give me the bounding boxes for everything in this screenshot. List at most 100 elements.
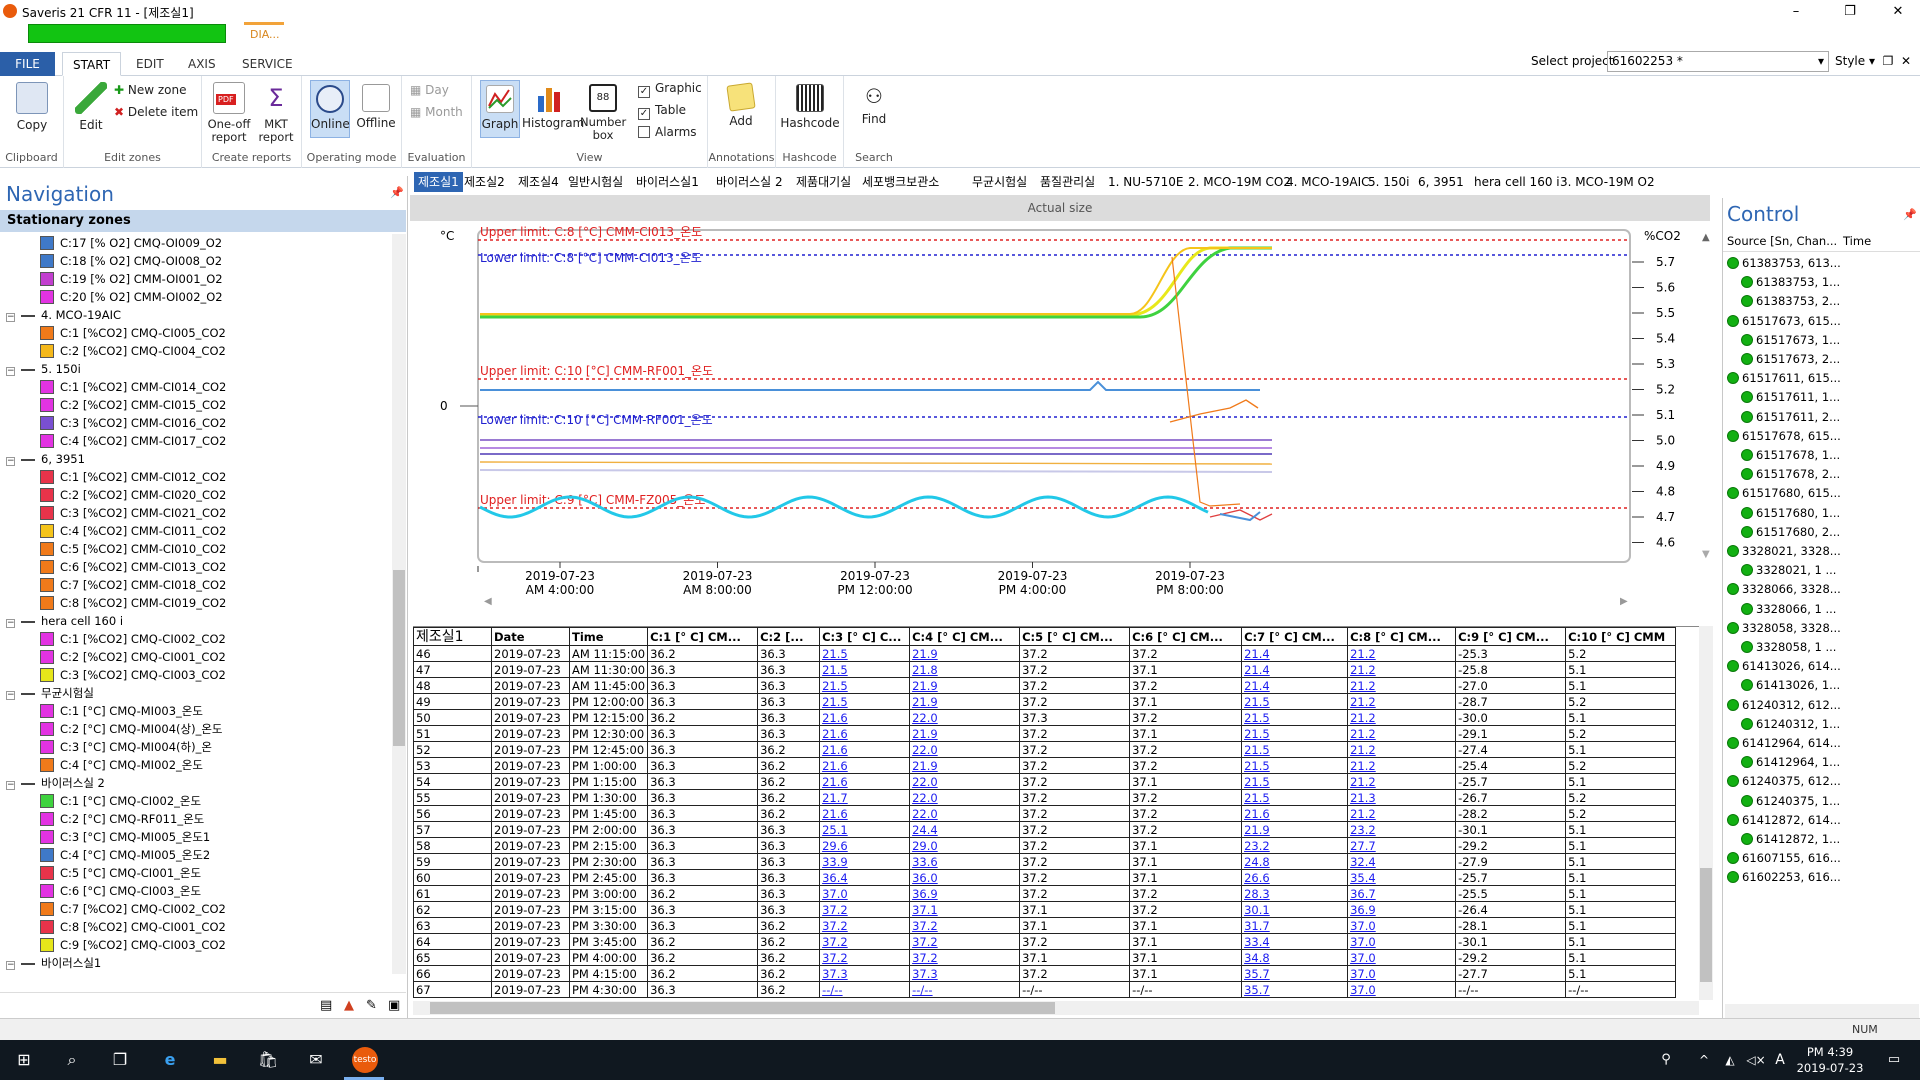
pin-icon[interactable]: 📌 xyxy=(390,186,404,199)
add-annotation-button[interactable]: Add xyxy=(716,80,766,128)
number-box-button[interactable]: 88 Number box xyxy=(580,80,626,142)
collapse-icon[interactable]: − xyxy=(6,457,15,466)
table-column-header[interactable]: C:2 [... xyxy=(757,627,821,646)
control-item[interactable]: 61517673, 2... xyxy=(1741,350,1840,369)
zone-tab[interactable]: 세포뱅크보관소 xyxy=(858,172,943,192)
control-item[interactable]: 3328021, 3328... xyxy=(1727,542,1841,561)
style-menu[interactable]: Style ▾ ❐ ✕ xyxy=(1835,54,1911,68)
file-explorer-icon[interactable]: ▬ xyxy=(206,1046,234,1074)
network-icon[interactable]: ◭ xyxy=(1716,1046,1744,1074)
tools-view-icon[interactable]: ✎ xyxy=(366,998,377,1013)
table-row[interactable]: 56 2019-07-23 PM 1:45:00 36.3 36.2 21.6 22.0 37… xyxy=(413,805,1677,822)
control-item[interactable]: 61412964, 1... xyxy=(1741,753,1840,772)
zone-tab[interactable]: 1. NU-5710E xyxy=(1104,172,1187,192)
pin-icon[interactable]: 📌 xyxy=(1903,208,1917,221)
control-item[interactable]: 61412872, 1... xyxy=(1741,830,1840,849)
tree-channel[interactable]: C:2 [°C] CMQ-RF011_온도 xyxy=(40,810,204,828)
tree-channel[interactable]: C:1 [%CO2] CMM-CI014_CO2 xyxy=(40,378,226,396)
control-item[interactable]: 61602253, 616... xyxy=(1727,868,1841,887)
table-row[interactable]: 51 2019-07-23 PM 12:30:00 36.3 36.3 21.6 21.9 3… xyxy=(413,725,1677,742)
control-item[interactable]: 61517678, 1... xyxy=(1741,446,1840,465)
tree-channel[interactable]: C:20 [% O2] CMM-OI002_O2 xyxy=(40,288,223,306)
table-row[interactable]: 57 2019-07-23 PM 2:00:00 36.3 36.3 25.1 24.4 37… xyxy=(413,821,1677,838)
graphic-checkbox[interactable]: ✓ Graphic xyxy=(638,78,702,98)
tree-channel[interactable]: C:1 [°C] CMQ-MI003_온도 xyxy=(40,702,203,720)
zone-tab[interactable]: 제조실2 xyxy=(460,172,509,192)
chart-svg[interactable]: °C 0 %CO2 5.7 5.6 5.5 5.4 5.3 5.2 5.1 5.0 4.9 4.8 4.7… xyxy=(410,222,1710,607)
online-button[interactable]: Online xyxy=(310,80,350,138)
store-icon[interactable]: 🛍 xyxy=(254,1046,282,1074)
zone-tab[interactable]: 무균시험실 xyxy=(968,172,1031,192)
table-column-header[interactable]: C:10 [° C] CMM xyxy=(1565,627,1677,646)
histogram-button[interactable]: Histogram xyxy=(522,80,584,130)
control-item[interactable]: 61412872, 614... xyxy=(1727,811,1841,830)
collapse-icon[interactable]: − xyxy=(6,367,15,376)
edge-browser-icon[interactable]: e xyxy=(156,1046,184,1074)
control-item[interactable]: 61240375, 1... xyxy=(1741,792,1840,811)
table-column-header[interactable]: C:8 [° C] CM... xyxy=(1347,627,1457,646)
control-item[interactable]: 61413026, 614... xyxy=(1727,657,1841,676)
control-item[interactable]: 61517678, 2... xyxy=(1741,465,1840,484)
tree-channel[interactable]: C:7 [%CO2] CMM-CI018_CO2 xyxy=(40,576,226,594)
tree-channel[interactable]: C:3 [°C] CMQ-MI005_온도1 xyxy=(40,828,210,846)
table-row[interactable]: 61 2019-07-23 PM 3:00:00 36.2 36.3 37.0 36.9 37… xyxy=(413,885,1677,902)
dia-button[interactable]: DIA... xyxy=(244,22,284,44)
table-row[interactable]: 52 2019-07-23 PM 12:45:00 36.3 36.2 21.6 22.0 3… xyxy=(413,741,1677,758)
zone-tab[interactable]: 4. MCO-19AIC xyxy=(1282,172,1374,192)
tree-channel[interactable]: C:2 [%CO2] CMQ-CI001_CO2 xyxy=(40,648,226,666)
table-column-header[interactable]: C:1 [° C] CM... xyxy=(647,627,759,646)
table-row[interactable]: 46 2019-07-23 AM 11:15:00 36.2 36.3 21.5 21.9 3… xyxy=(413,645,1677,662)
find-button[interactable]: ⚇ Find xyxy=(850,80,898,126)
control-item[interactable]: 61607155, 616... xyxy=(1727,849,1841,868)
control-item[interactable]: 61383753, 613... xyxy=(1727,254,1841,273)
day-button[interactable]: ▦ Day xyxy=(410,80,449,100)
control-item[interactable]: 61517611, 615... xyxy=(1727,369,1841,388)
search-icon[interactable]: ⌕ xyxy=(58,1046,86,1074)
tree-channel[interactable]: C:2 [°C] CMQ-MI004(상)_온도 xyxy=(40,720,223,738)
table-column-header[interactable]: C:9 [° C] CM... xyxy=(1455,627,1567,646)
delete-item-button[interactable]: ✖ Delete item xyxy=(114,102,198,122)
tree-channel[interactable]: C:3 [%CO2] CMM-CI021_CO2 xyxy=(40,504,226,522)
saveris-app-icon[interactable]: testo xyxy=(352,1047,378,1073)
table-row[interactable]: 67 2019-07-23 PM 4:30:00 36.3 36.2 --/-- --/--… xyxy=(413,981,1677,998)
hashcode-button[interactable]: Hashcode xyxy=(780,80,840,130)
table-row[interactable]: 66 2019-07-23 PM 4:15:00 36.2 36.2 37.3 37.3 37… xyxy=(413,965,1677,982)
tree-channel[interactable]: C:5 [°C] CMQ-CI001_온도 xyxy=(40,864,201,882)
tree-channel[interactable]: C:3 [°C] CMQ-MI004(하)_온 xyxy=(40,738,212,756)
table-row[interactable]: 54 2019-07-23 PM 1:15:00 36.3 36.2 21.6 22.0 37… xyxy=(413,773,1677,790)
tree-channel[interactable]: C:4 [°C] CMQ-MI005_온도2 xyxy=(40,846,210,864)
tree-channel[interactable]: C:1 [°C] CMQ-CI002_온도 xyxy=(40,792,201,810)
tree-channel[interactable]: C:4 [%CO2] CMM-CI011_CO2 xyxy=(40,522,226,540)
tree-zone[interactable]: − 바이러스실1 xyxy=(6,954,101,972)
control-item[interactable]: 61240312, 1... xyxy=(1741,715,1840,734)
tree-zone[interactable]: − 6, 3951 xyxy=(6,450,85,468)
table-row[interactable]: 49 2019-07-23 PM 12:00:00 36.3 36.3 21.5 21.9 3… xyxy=(413,693,1677,710)
tree-channel[interactable]: C:5 [%CO2] CMM-CI010_CO2 xyxy=(40,540,226,558)
control-horizontal-scrollbar[interactable] xyxy=(1725,1004,1919,1018)
zone-tab[interactable]: 바이러스실1 xyxy=(632,172,703,192)
table-row[interactable]: 58 2019-07-23 PM 2:15:00 36.3 36.3 29.6 29.0 37… xyxy=(413,837,1677,854)
table-row[interactable]: 62 2019-07-23 PM 3:15:00 36.3 36.3 37.2 37.1 37… xyxy=(413,901,1677,918)
people-icon[interactable]: ⚲ xyxy=(1652,1046,1680,1074)
table-row[interactable]: 60 2019-07-23 PM 2:45:00 36.3 36.3 36.4 36.0 37… xyxy=(413,869,1677,886)
control-item[interactable]: 61517678, 615... xyxy=(1727,427,1841,446)
tree-channel[interactable]: C:8 [%CO2] CMM-CI019_CO2 xyxy=(40,594,226,612)
task-view-icon[interactable]: ❐ xyxy=(106,1046,134,1074)
control-item[interactable]: 3328058, 3328... xyxy=(1727,619,1841,638)
table-row[interactable]: 63 2019-07-23 PM 3:30:00 36.3 36.2 37.2 37.2 37… xyxy=(413,917,1677,934)
table-column-header[interactable]: C:7 [° C] CM... xyxy=(1241,627,1349,646)
tab-service[interactable]: SERVICE xyxy=(232,52,303,76)
control-item[interactable]: 3328066, 1 ... xyxy=(1741,600,1836,619)
project-select[interactable]: 61602253 * ▾ xyxy=(1607,51,1829,72)
zone-tab[interactable]: 2. MCO-19M CO2 xyxy=(1184,172,1295,192)
zone-tab[interactable]: 제품대기실 xyxy=(792,172,855,192)
control-item[interactable]: 61240312, 612... xyxy=(1727,696,1841,715)
control-item[interactable]: 61517611, 1... xyxy=(1741,388,1840,407)
tree-channel[interactable]: C:19 [% O2] CMM-OI001_O2 xyxy=(40,270,223,288)
tab-file[interactable]: FILE xyxy=(0,52,55,76)
control-item[interactable]: 3328021, 1 ... xyxy=(1741,561,1836,580)
tree-zone[interactable]: − 무균시험실 xyxy=(6,684,94,702)
control-item[interactable]: 61517680, 2... xyxy=(1741,523,1840,542)
minimize-button[interactable]: – xyxy=(1776,2,1816,22)
chart-area[interactable]: °C 0 %CO2 5.7 5.6 5.5 5.4 5.3 5.2 5.1 5.0 4.9 4.8 4.7… xyxy=(410,222,1710,617)
